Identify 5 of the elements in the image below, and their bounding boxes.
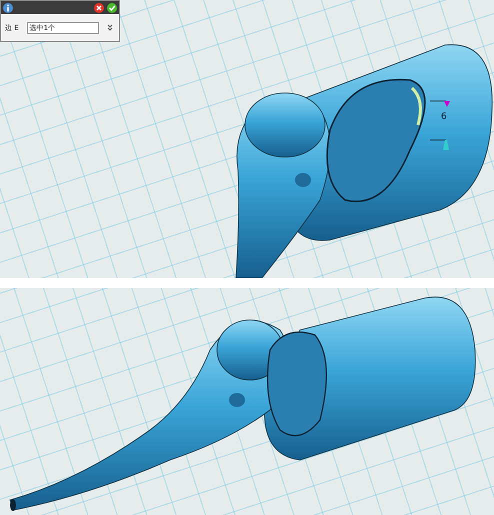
dimension-label: 6	[441, 112, 447, 122]
info-icon[interactable]	[3, 2, 13, 12]
confirm-icon[interactable]	[107, 2, 117, 12]
double-chevron-icon[interactable]	[106, 24, 113, 31]
cancel-icon[interactable]	[94, 2, 104, 12]
